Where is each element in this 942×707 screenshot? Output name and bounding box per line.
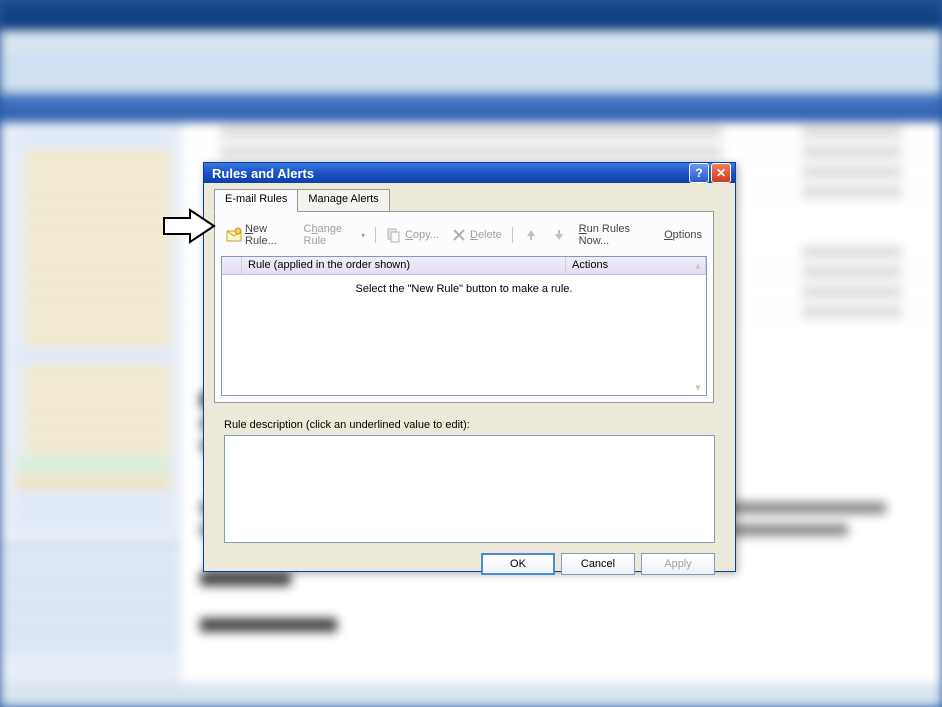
scroll-up-icon: ▴ — [691, 258, 705, 272]
rule-description-label: Rule description (click an underlined va… — [224, 419, 715, 431]
tab-label: E-mail Rules — [225, 193, 287, 205]
options-button[interactable]: Options — [659, 226, 707, 244]
delete-icon — [451, 227, 467, 243]
ok-button[interactable]: OK — [481, 553, 555, 575]
separator — [375, 227, 376, 243]
separator — [512, 227, 513, 243]
rule-description-box[interactable] — [224, 435, 715, 543]
dropdown-icon: ▾ — [361, 231, 365, 240]
options-label: Options — [664, 229, 702, 241]
rule-header-checkbox — [222, 257, 242, 274]
dialog-button-row: OK Cancel Apply — [214, 543, 725, 575]
change-rule-label: Change Rule — [304, 223, 359, 247]
tab-label: Manage Alerts — [308, 193, 378, 205]
scroll-down-icon: ▾ — [691, 380, 705, 394]
tab-strip: E-mail Rules Manage Alerts — [214, 189, 725, 211]
copy-button[interactable]: Copy... — [381, 224, 444, 246]
dialog-titlebar: Rules and Alerts ? ✕ — [204, 163, 735, 183]
rules-toolbar: New Rule... Change Rule ▾ Copy... — [221, 218, 707, 256]
new-rule-icon — [226, 227, 242, 243]
delete-label: Delete — [470, 229, 502, 241]
tab-email-rules[interactable]: E-mail Rules — [214, 189, 298, 212]
move-up-button[interactable] — [518, 224, 544, 246]
move-down-button[interactable] — [546, 224, 572, 246]
rule-header-actions: Actions — [566, 257, 706, 274]
rules-and-alerts-dialog: Rules and Alerts ? ✕ E-mail Rules Manage… — [203, 162, 736, 572]
rule-header-name: Rule (applied in the order shown) — [242, 257, 566, 274]
tab-panel: New Rule... Change Rule ▾ Copy... — [214, 211, 714, 403]
new-rule-button[interactable]: New Rule... — [221, 220, 297, 250]
rule-list-empty-text: Select the "New Rule" button to make a r… — [222, 275, 706, 303]
arrow-down-icon — [551, 227, 567, 243]
change-rule-button[interactable]: Change Rule ▾ — [299, 220, 371, 250]
dialog-title: Rules and Alerts — [212, 166, 687, 181]
close-icon: ✕ — [716, 166, 726, 180]
delete-button[interactable]: Delete — [446, 224, 507, 246]
close-button[interactable]: ✕ — [711, 163, 731, 183]
rule-list[interactable]: Rule (applied in the order shown) Action… — [221, 256, 707, 396]
copy-icon — [386, 227, 402, 243]
cancel-button[interactable]: Cancel — [561, 553, 635, 575]
copy-label: Copy... — [405, 229, 439, 241]
arrow-up-icon — [523, 227, 539, 243]
run-rules-label: Run Rules Now... — [579, 223, 652, 247]
run-rules-now-button[interactable]: Run Rules Now... — [574, 220, 657, 250]
annotation-arrow-icon — [160, 208, 218, 244]
new-rule-label: New Rule... — [245, 223, 292, 247]
tab-manage-alerts[interactable]: Manage Alerts — [297, 189, 389, 211]
rule-list-header: Rule (applied in the order shown) Action… — [222, 257, 706, 275]
help-button[interactable]: ? — [689, 163, 709, 183]
apply-button[interactable]: Apply — [641, 553, 715, 575]
